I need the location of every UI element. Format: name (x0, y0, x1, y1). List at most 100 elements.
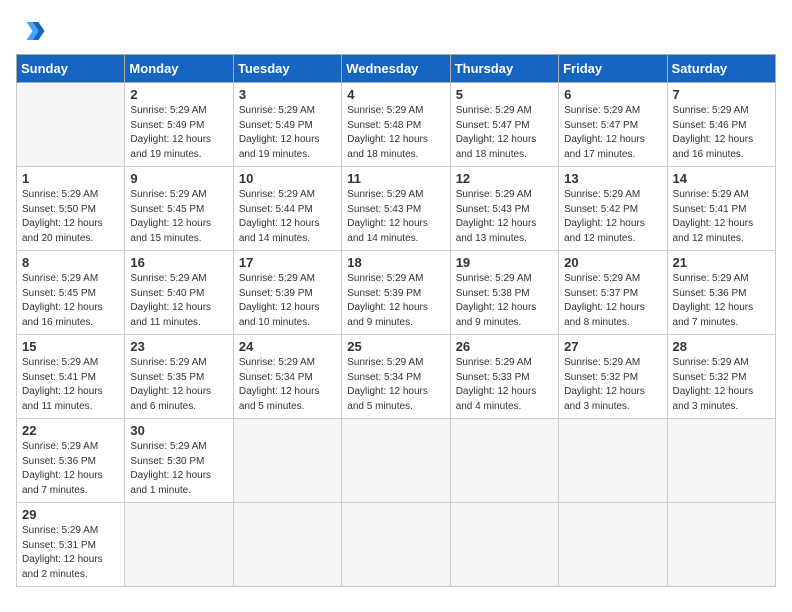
calendar-day-cell: 20 Sunrise: 5:29 AM Sunset: 5:37 PM Dayli… (559, 251, 667, 335)
day-number: 13 (564, 171, 661, 186)
logo-icon (16, 16, 46, 46)
calendar-day-header: Thursday (450, 55, 558, 83)
page-header (16, 16, 776, 46)
day-number: 22 (22, 423, 119, 438)
day-number: 24 (239, 339, 336, 354)
calendar-day-header: Saturday (667, 55, 775, 83)
calendar-week-row: 15Sunrise: 5:29 AM Sunset: 5:41 PM Dayli… (17, 335, 776, 419)
calendar-day-header: Monday (125, 55, 233, 83)
calendar-body: 2Sunrise: 5:29 AM Sunset: 5:49 PM Daylig… (17, 83, 776, 587)
calendar-day-cell (233, 503, 341, 587)
calendar-table: SundayMondayTuesdayWednesdayThursdayFrid… (16, 54, 776, 587)
day-number: 21 (673, 255, 770, 270)
day-detail: Sunrise: 5:29 AM Sunset: 5:49 PM Dayligh… (130, 104, 227, 162)
calendar-day-header: Friday (559, 55, 667, 83)
calendar-day-cell: 14 Sunrise: 5:29 AM Sunset: 5:41 PM Dayli… (667, 167, 775, 251)
calendar-week-row: 22 Sunrise: 5:29 AM Sunset: 5:36 PM Dayli… (17, 419, 776, 503)
calendar-day-cell: 16Sunrise: 5:29 AM Sunset: 5:40 PM Dayli… (125, 251, 233, 335)
day-number: 17 (239, 255, 336, 270)
calendar-day-cell (450, 503, 558, 587)
day-detail: Sunrise: 5:29 AM Sunset: 5:45 PM Dayligh… (22, 272, 119, 330)
day-number: 8 (22, 255, 119, 270)
calendar-day-cell: 11 Sunrise: 5:29 AM Sunset: 5:43 PM Dayli… (342, 167, 450, 251)
calendar-day-cell: 10 Sunrise: 5:29 AM Sunset: 5:44 PM Dayli… (233, 167, 341, 251)
day-detail: Sunrise: 5:29 AM Sunset: 5:34 PM Dayligh… (239, 356, 336, 414)
calendar-day-cell (667, 419, 775, 503)
day-number: 3 (239, 87, 336, 102)
day-detail: Sunrise: 5:29 AM Sunset: 5:35 PM Dayligh… (130, 356, 227, 414)
day-detail: Sunrise: 5:29 AM Sunset: 5:34 PM Dayligh… (347, 356, 444, 414)
day-detail: Sunrise: 5:29 AM Sunset: 5:30 PM Dayligh… (130, 440, 227, 498)
day-detail: Sunrise: 5:29 AM Sunset: 5:48 PM Dayligh… (347, 104, 444, 162)
calendar-day-cell: 18 Sunrise: 5:29 AM Sunset: 5:39 PM Dayli… (342, 251, 450, 335)
day-number: 4 (347, 87, 444, 102)
day-number: 10 (239, 171, 336, 186)
day-detail: Sunrise: 5:29 AM Sunset: 5:32 PM Dayligh… (673, 356, 770, 414)
calendar-day-cell: 17Sunrise: 5:29 AM Sunset: 5:39 PM Dayli… (233, 251, 341, 335)
calendar-day-cell: 25 Sunrise: 5:29 AM Sunset: 5:34 PM Dayli… (342, 335, 450, 419)
calendar-day-cell: 1 Sunrise: 5:29 AM Sunset: 5:50 PM Daylig… (17, 167, 125, 251)
calendar-day-header: Sunday (17, 55, 125, 83)
calendar-day-cell (233, 419, 341, 503)
calendar-day-cell (342, 503, 450, 587)
calendar-day-cell: 5 Sunrise: 5:29 AM Sunset: 5:47 PM Daylig… (450, 83, 558, 167)
calendar-day-cell (125, 503, 233, 587)
day-detail: Sunrise: 5:29 AM Sunset: 5:45 PM Dayligh… (130, 188, 227, 246)
day-detail: Sunrise: 5:29 AM Sunset: 5:49 PM Dayligh… (239, 104, 336, 162)
calendar-day-cell: 7 Sunrise: 5:29 AM Sunset: 5:46 PM Daylig… (667, 83, 775, 167)
calendar-day-header: Tuesday (233, 55, 341, 83)
calendar-day-cell: 19Sunrise: 5:29 AM Sunset: 5:38 PM Dayli… (450, 251, 558, 335)
calendar-day-cell: 8 Sunrise: 5:29 AM Sunset: 5:45 PM Daylig… (17, 251, 125, 335)
calendar-day-cell (559, 419, 667, 503)
day-number: 27 (564, 339, 661, 354)
calendar-day-cell (559, 503, 667, 587)
day-number: 20 (564, 255, 661, 270)
calendar-day-cell (17, 83, 125, 167)
day-number: 29 (22, 507, 119, 522)
day-detail: Sunrise: 5:29 AM Sunset: 5:47 PM Dayligh… (564, 104, 661, 162)
calendar-week-row: 2Sunrise: 5:29 AM Sunset: 5:49 PM Daylig… (17, 83, 776, 167)
day-detail: Sunrise: 5:29 AM Sunset: 5:43 PM Dayligh… (456, 188, 553, 246)
calendar-day-cell: 3 Sunrise: 5:29 AM Sunset: 5:49 PM Daylig… (233, 83, 341, 167)
logo (16, 16, 50, 46)
day-detail: Sunrise: 5:29 AM Sunset: 5:42 PM Dayligh… (564, 188, 661, 246)
calendar-day-cell: 26Sunrise: 5:29 AM Sunset: 5:33 PM Dayli… (450, 335, 558, 419)
day-detail: Sunrise: 5:29 AM Sunset: 5:50 PM Dayligh… (22, 188, 119, 246)
day-detail: Sunrise: 5:29 AM Sunset: 5:36 PM Dayligh… (673, 272, 770, 330)
calendar-day-cell: 29Sunrise: 5:29 AM Sunset: 5:31 PM Dayli… (17, 503, 125, 587)
day-number: 15 (22, 339, 119, 354)
day-detail: Sunrise: 5:29 AM Sunset: 5:36 PM Dayligh… (22, 440, 119, 498)
day-detail: Sunrise: 5:29 AM Sunset: 5:47 PM Dayligh… (456, 104, 553, 162)
calendar-day-cell: 2Sunrise: 5:29 AM Sunset: 5:49 PM Daylig… (125, 83, 233, 167)
calendar-day-cell: 28Sunrise: 5:29 AM Sunset: 5:32 PM Dayli… (667, 335, 775, 419)
calendar-day-header: Wednesday (342, 55, 450, 83)
day-number: 23 (130, 339, 227, 354)
calendar-day-cell: 4 Sunrise: 5:29 AM Sunset: 5:48 PM Daylig… (342, 83, 450, 167)
calendar-day-cell: 15Sunrise: 5:29 AM Sunset: 5:41 PM Dayli… (17, 335, 125, 419)
day-number: 1 (22, 171, 119, 186)
day-detail: Sunrise: 5:29 AM Sunset: 5:37 PM Dayligh… (564, 272, 661, 330)
day-number: 7 (673, 87, 770, 102)
day-detail: Sunrise: 5:29 AM Sunset: 5:38 PM Dayligh… (456, 272, 553, 330)
day-number: 16 (130, 255, 227, 270)
day-number: 5 (456, 87, 553, 102)
day-detail: Sunrise: 5:29 AM Sunset: 5:43 PM Dayligh… (347, 188, 444, 246)
calendar-week-row: 29Sunrise: 5:29 AM Sunset: 5:31 PM Dayli… (17, 503, 776, 587)
calendar-day-cell: 24 Sunrise: 5:29 AM Sunset: 5:34 PM Dayli… (233, 335, 341, 419)
day-number: 6 (564, 87, 661, 102)
calendar-day-cell (667, 503, 775, 587)
calendar-day-cell: 6 Sunrise: 5:29 AM Sunset: 5:47 PM Daylig… (559, 83, 667, 167)
day-detail: Sunrise: 5:29 AM Sunset: 5:41 PM Dayligh… (673, 188, 770, 246)
day-number: 14 (673, 171, 770, 186)
day-number: 30 (130, 423, 227, 438)
calendar-day-cell: 21 Sunrise: 5:29 AM Sunset: 5:36 PM Dayli… (667, 251, 775, 335)
calendar-header-row: SundayMondayTuesdayWednesdayThursdayFrid… (17, 55, 776, 83)
calendar-day-cell: 13 Sunrise: 5:29 AM Sunset: 5:42 PM Dayli… (559, 167, 667, 251)
day-detail: Sunrise: 5:29 AM Sunset: 5:44 PM Dayligh… (239, 188, 336, 246)
day-number: 18 (347, 255, 444, 270)
day-detail: Sunrise: 5:29 AM Sunset: 5:39 PM Dayligh… (347, 272, 444, 330)
day-number: 11 (347, 171, 444, 186)
calendar-day-cell (342, 419, 450, 503)
day-number: 25 (347, 339, 444, 354)
day-detail: Sunrise: 5:29 AM Sunset: 5:46 PM Dayligh… (673, 104, 770, 162)
